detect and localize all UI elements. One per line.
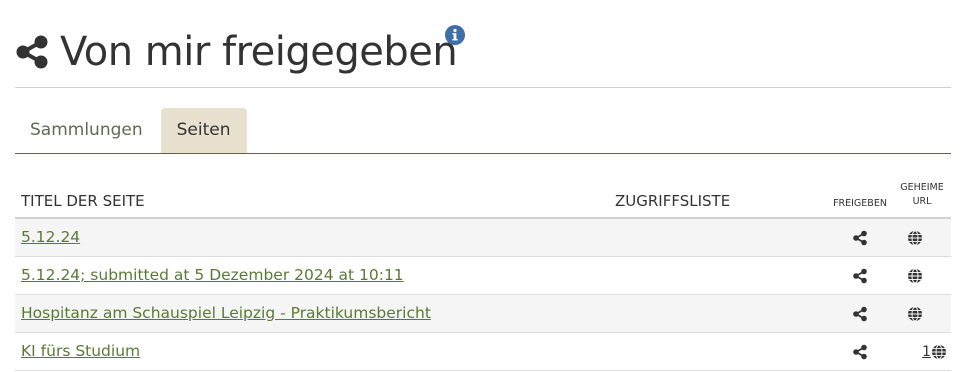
secret-url-count: 1	[922, 344, 931, 360]
share-icon[interactable]	[852, 344, 868, 360]
page-header: Von mir freigegeben	[14, 24, 458, 80]
page-title-link[interactable]: 5.12.24; submitted at 5 Dezember 2024 at…	[21, 266, 404, 284]
page-title-link[interactable]: 5.12.24	[21, 228, 80, 246]
page-title: Von mir freigegeben	[60, 29, 458, 75]
table-row: Hospitanz am Schauspiel Leipzig - Prakti…	[15, 295, 951, 333]
share-icon	[16, 35, 48, 69]
info-icon[interactable]	[445, 25, 465, 45]
column-header-share: FREIGEBEN	[833, 198, 887, 209]
table-header: TITEL DER SEITE ZUGRIFFSLISTE FREIGEBEN …	[15, 176, 951, 219]
secret-url-link[interactable]	[907, 268, 923, 284]
secret-url-link[interactable]	[907, 230, 923, 246]
table-body: 5.12.24 5.12.24; submitted at 5 Dezember…	[15, 219, 951, 371]
shared-pages-table: TITEL DER SEITE ZUGRIFFSLISTE FREIGEBEN …	[15, 176, 951, 371]
column-header-secret-line1: GEHEIME	[900, 182, 944, 193]
page-title-link[interactable]: KI fürs Studium	[21, 342, 140, 360]
secret-url-link[interactable]	[907, 306, 923, 322]
share-icon[interactable]	[852, 268, 868, 284]
tabs-divider	[15, 153, 951, 154]
globe-icon	[931, 344, 946, 360]
column-header-secret-line2: URL	[912, 196, 932, 207]
table-row: KI fürs Studium 1	[15, 333, 951, 371]
tab-bar: Sammlungen Seiten	[15, 108, 247, 154]
table-row: 5.12.24; submitted at 5 Dezember 2024 at…	[15, 257, 951, 295]
secret-url-link[interactable]: 1	[922, 344, 947, 360]
tab-seiten[interactable]: Seiten	[160, 108, 247, 153]
column-header-title[interactable]: TITEL DER SEITE	[21, 192, 145, 210]
column-header-access: ZUGRIFFSLISTE	[615, 192, 731, 210]
globe-icon	[908, 230, 922, 246]
globe-icon	[908, 306, 922, 322]
globe-icon	[908, 268, 922, 284]
share-icon[interactable]	[852, 306, 868, 322]
tab-sammlungen[interactable]: Sammlungen	[15, 108, 158, 153]
column-header-secret-url: GEHEIME URL	[895, 181, 949, 209]
page-title-link[interactable]: Hospitanz am Schauspiel Leipzig - Prakti…	[21, 304, 431, 322]
share-icon[interactable]	[852, 230, 868, 246]
table-row: 5.12.24	[15, 219, 951, 257]
header-divider	[15, 87, 951, 88]
